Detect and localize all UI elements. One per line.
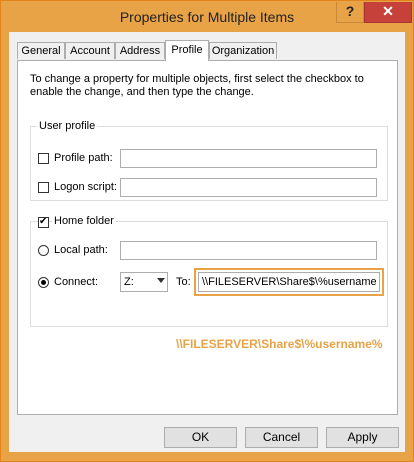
connect-path-input[interactable]: \\FILESERVER\Share$\%username [198, 272, 380, 292]
path-annotation: \\FILESERVER\Share$\%username% [176, 337, 383, 351]
tab-general[interactable]: General [17, 42, 65, 59]
logon-script-checkbox[interactable] [38, 182, 49, 193]
profile-tab-panel: To change a property for multiple object… [17, 60, 398, 415]
profile-path-label: Profile path: [54, 152, 113, 164]
tab-address[interactable]: Address [115, 42, 165, 59]
to-label: To: [176, 276, 191, 288]
connect-label: Connect: [54, 276, 99, 288]
close-button[interactable]: ✕ [364, 2, 412, 23]
profile-path-checkbox[interactable] [38, 153, 49, 164]
dialog-window: Properties for Multiple Items ? ✕ Genera… [0, 0, 414, 462]
logon-script-input[interactable] [120, 178, 377, 197]
drive-letter-value: Z: [124, 276, 134, 288]
local-path-input[interactable] [120, 241, 377, 260]
user-profile-legend: User profile [37, 120, 98, 132]
help-button[interactable]: ? [336, 2, 364, 23]
tab-profile[interactable]: Profile [165, 40, 209, 61]
chevron-down-icon [157, 278, 165, 283]
home-folder-group: Home folder Local path: Connect: Z: To: … [30, 215, 388, 327]
cancel-button[interactable]: Cancel [245, 427, 318, 448]
description-text: To change a property for multiple object… [30, 73, 364, 98]
profile-path-input[interactable] [120, 149, 377, 168]
logon-script-label: Logon script: [54, 181, 117, 193]
tab-organization[interactable]: Organization [209, 42, 277, 59]
drive-letter-select[interactable]: Z: [120, 272, 168, 292]
home-folder-checkbox[interactable] [38, 216, 49, 228]
apply-button[interactable]: Apply [326, 427, 399, 448]
user-profile-group: User profile Profile path: Logon script: [30, 120, 388, 201]
local-path-label: Local path: [54, 244, 108, 256]
tab-account[interactable]: Account [65, 42, 115, 59]
connect-radio[interactable] [38, 277, 49, 288]
local-path-radio[interactable] [38, 245, 49, 256]
dialog-client-area: General Account Address Profile Organiza… [9, 32, 405, 452]
home-folder-legend: Home folder [52, 215, 116, 227]
title-bar[interactable]: Properties for Multiple Items ? ✕ [2, 2, 412, 32]
ok-button[interactable]: OK [164, 427, 237, 448]
